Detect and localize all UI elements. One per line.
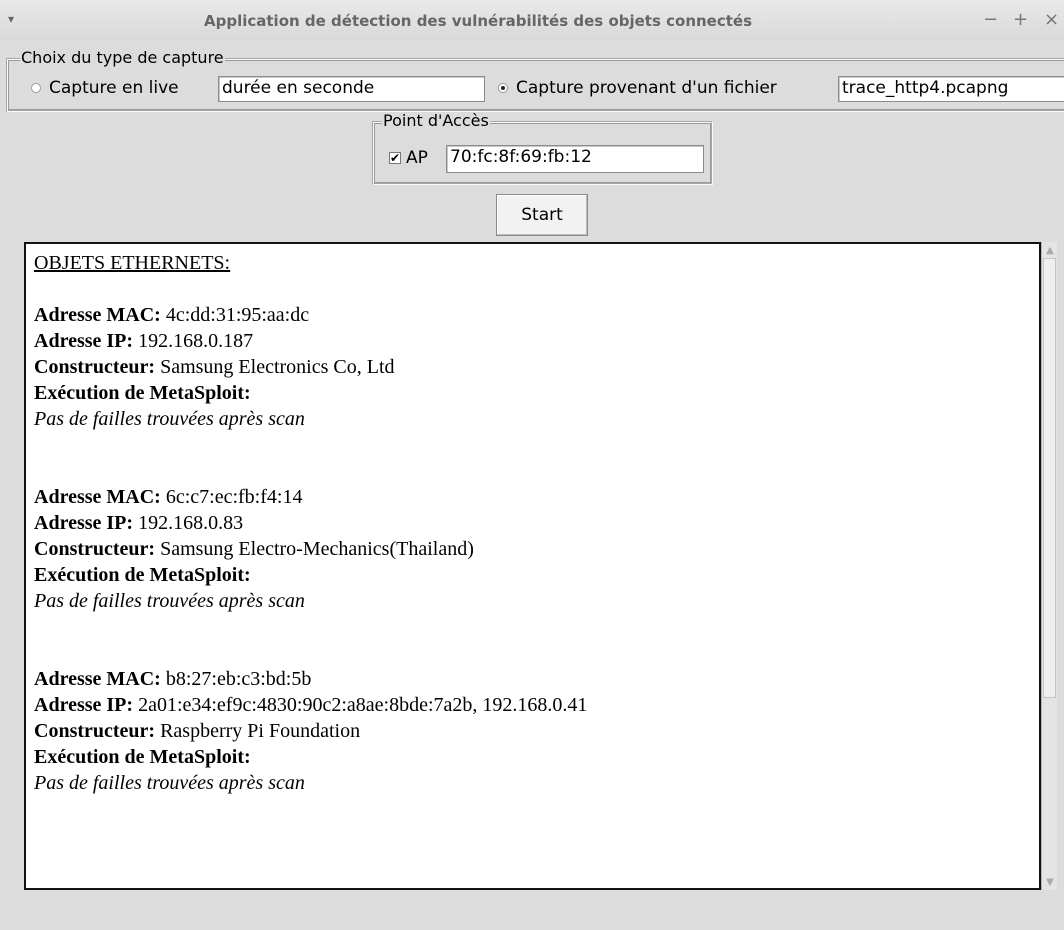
device-vendor-line: Constructeur: Samsung Electronics Co, Lt… [34, 354, 1031, 380]
device-ip-value: 192.168.0.83 [138, 512, 244, 534]
title-bar: ▾ Application de détection des vulnérabi… [0, 0, 1064, 40]
output-heading: OBJETS ETHERNETS: [34, 252, 231, 274]
file-capture-radio[interactable]: Capture provenant d'un fichier [498, 78, 777, 98]
file-capture-label: Capture provenant d'un fichier [516, 78, 777, 98]
device-metasploit-label: Exécution de MetaSploit: [34, 382, 251, 404]
live-capture-radio[interactable]: Capture en live [31, 78, 179, 98]
device-mac-label: Adresse MAC: [34, 668, 161, 690]
device-ip-line: Adresse IP: 192.168.0.83 [34, 510, 1031, 536]
scroll-down-icon[interactable]: ▼ [1043, 875, 1057, 889]
device-metasploit-label: Exécution de MetaSploit: [34, 564, 251, 586]
device-entry: Adresse MAC: 6c:c7:ec:fb:f4:14 Adresse IP… [34, 484, 1031, 614]
device-ip-line: Adresse IP: 192.168.0.187 [34, 328, 1031, 354]
device-vendor-value: Samsung Electronics Co, Ltd [160, 356, 395, 378]
access-point-legend: Point d'Accès [382, 111, 490, 130]
capture-type-group: Choix du type de capture Capture en live… [6, 49, 1064, 112]
device-ip-label: Adresse IP: [34, 330, 134, 352]
file-radio-indicator[interactable] [498, 83, 508, 93]
device-ip-value: 2a01:e34:ef9c:4830:90c2:a8ae:8bde:7a2b, … [138, 694, 588, 716]
minimize-icon[interactable]: − [983, 9, 998, 30]
device-ip-label: Adresse IP: [34, 694, 134, 716]
output-content: OBJETS ETHERNETS: Adresse MAC: 4c:dd:31:… [34, 250, 1031, 796]
output-scrollbar[interactable]: ▲ ▼ [1041, 242, 1057, 890]
window-title: Application de détection des vulnérabili… [204, 12, 753, 30]
device-vendor-line: Constructeur: Samsung Electro-Mechanics(… [34, 536, 1031, 562]
device-metasploit-label: Exécution de MetaSploit: [34, 746, 251, 768]
device-entry: Adresse MAC: b8:27:eb:c3:bd:5b Adresse IP… [34, 666, 1031, 796]
output-text-area[interactable]: OBJETS ETHERNETS: Adresse MAC: 4c:dd:31:… [24, 242, 1041, 890]
live-capture-label: Capture en live [49, 78, 179, 98]
device-mac-value: 4c:dd:31:95:aa:dc [165, 304, 310, 326]
device-ip-line: Adresse IP: 2a01:e34:ef9c:4830:90c2:a8ae… [34, 692, 1031, 718]
device-ip-value: 192.168.0.187 [138, 330, 254, 352]
device-mac-label: Adresse MAC: [34, 304, 161, 326]
device-ip-label: Adresse IP: [34, 512, 134, 534]
start-button[interactable]: Start [496, 194, 588, 236]
scrollbar-thumb[interactable] [1043, 258, 1056, 698]
capture-file-field[interactable]: trace_http4.pcapng [838, 76, 1064, 102]
duration-field[interactable]: durée en seconde [218, 76, 485, 102]
device-scan-result: Pas de failles trouvées après scan [34, 772, 305, 794]
device-vendor-line: Constructeur: Raspberry Pi Foundation [34, 718, 1031, 744]
device-vendor-label: Constructeur: [34, 538, 156, 560]
window-menu-icon[interactable]: ▾ [8, 12, 14, 26]
device-vendor-value: Samsung Electro-Mechanics(Thailand) [160, 538, 474, 560]
device-mac-line: Adresse MAC: 4c:dd:31:95:aa:dc [34, 302, 1031, 328]
device-scan-result: Pas de failles trouvées après scan [34, 408, 305, 430]
device-scan-result: Pas de failles trouvées après scan [34, 590, 305, 612]
live-radio-indicator[interactable] [31, 83, 41, 93]
ap-checkbox-indicator[interactable]: ✔ [389, 152, 401, 164]
device-vendor-label: Constructeur: [34, 356, 156, 378]
device-vendor-value: Raspberry Pi Foundation [160, 720, 361, 742]
device-mac-value: 6c:c7:ec:fb:f4:14 [165, 486, 303, 508]
ap-checkbox-label: AP [406, 148, 428, 168]
ap-checkbox[interactable]: ✔ AP [389, 148, 428, 168]
capture-type-legend: Choix du type de capture [20, 48, 225, 67]
scroll-up-icon[interactable]: ▲ [1043, 243, 1057, 257]
maximize-icon[interactable]: + [1013, 9, 1028, 30]
device-mac-line: Adresse MAC: b8:27:eb:c3:bd:5b [34, 666, 1031, 692]
device-entry: Adresse MAC: 4c:dd:31:95:aa:dc Adresse IP… [34, 302, 1031, 432]
access-point-group: Point d'Accès ✔ AP 70:fc:8f:69:fb:12 [372, 112, 713, 185]
device-mac-value: b8:27:eb:c3:bd:5b [165, 668, 312, 690]
close-icon[interactable]: × [1044, 9, 1059, 30]
device-vendor-label: Constructeur: [34, 720, 156, 742]
device-mac-label: Adresse MAC: [34, 486, 161, 508]
device-mac-line: Adresse MAC: 6c:c7:ec:fb:f4:14 [34, 484, 1031, 510]
ap-mac-field[interactable]: 70:fc:8f:69:fb:12 [446, 145, 704, 173]
